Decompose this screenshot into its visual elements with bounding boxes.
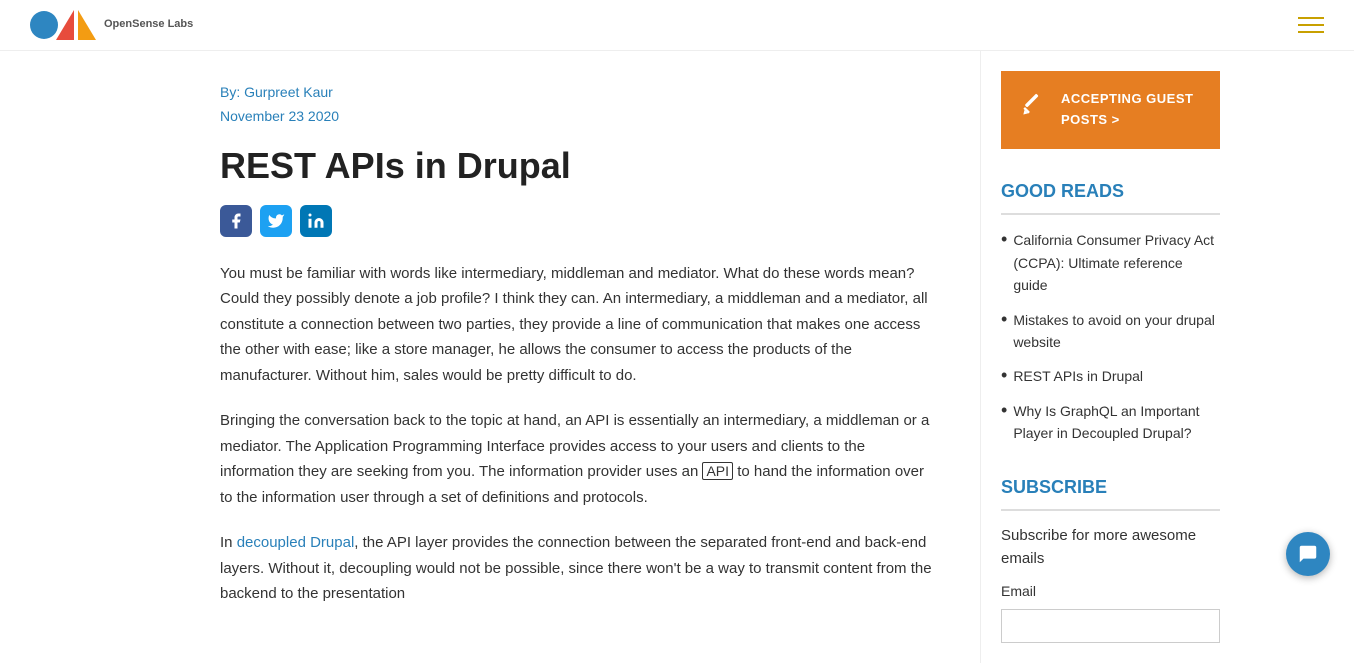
guest-post-label: ACCEPTING GUEST POSTS > (1061, 89, 1200, 131)
author-prefix: By: (220, 84, 240, 100)
hamburger-line-3 (1298, 31, 1324, 33)
pencil-icon (1021, 90, 1049, 130)
api-highlight: API (702, 462, 733, 480)
email-label: Email (1001, 580, 1220, 602)
logo-triangle-yellow (78, 10, 96, 40)
hamburger-menu[interactable] (1298, 17, 1324, 33)
twitter-share-button[interactable] (260, 205, 292, 237)
subscribe-text: Subscribe for more awesome emails (1001, 525, 1220, 570)
content-area: By: Gurpreet Kaur November 23 2020 REST … (0, 51, 980, 663)
subscribe-title: SUBSCRIBE (1001, 473, 1220, 512)
good-reads-item-3: REST APIs in Drupal (1001, 365, 1220, 387)
pencil-svg (1021, 90, 1049, 118)
chat-bubble-button[interactable] (1286, 532, 1330, 576)
logo-icon (30, 10, 96, 40)
article-paragraph-3: In decoupled Drupal, the API layer provi… (220, 530, 940, 607)
good-reads-item-2: Mistakes to avoid on your drupal website (1001, 309, 1220, 354)
good-reads-title: GOOD READS (1001, 177, 1220, 216)
sidebar: ACCEPTING GUEST POSTS > GOOD READS Calif… (980, 51, 1240, 663)
linkedin-icon (307, 212, 325, 230)
good-reads-link-3[interactable]: REST APIs in Drupal (1013, 365, 1143, 387)
hamburger-line-1 (1298, 17, 1324, 19)
email-input[interactable] (1001, 609, 1220, 643)
decoupled-drupal-link[interactable]: decoupled Drupal (237, 534, 355, 551)
good-reads-item-4: Why Is GraphQL an Important Player in De… (1001, 400, 1220, 445)
site-header: OpenSense Labs (0, 0, 1354, 51)
article-body: You must be familiar with words like int… (220, 261, 940, 607)
good-reads-link-1[interactable]: California Consumer Privacy Act (CCPA): … (1013, 229, 1220, 296)
logo-triangle-red (56, 10, 74, 40)
author-line: By: Gurpreet Kaur (220, 81, 940, 103)
facebook-icon (227, 212, 245, 230)
logo-circle (30, 11, 58, 39)
author-name: Gurpreet Kaur (244, 84, 333, 100)
good-reads-link-4[interactable]: Why Is GraphQL an Important Player in De… (1013, 400, 1220, 445)
good-reads-list: California Consumer Privacy Act (CCPA): … (1001, 229, 1220, 444)
facebook-share-button[interactable] (220, 205, 252, 237)
chat-icon (1297, 543, 1319, 565)
main-layout: By: Gurpreet Kaur November 23 2020 REST … (0, 51, 1354, 663)
logo-area[interactable]: OpenSense Labs (30, 10, 193, 40)
article-paragraph-1: You must be familiar with words like int… (220, 261, 940, 389)
date-line: November 23 2020 (220, 105, 940, 127)
logo-text: OpenSense Labs (104, 18, 193, 31)
article-paragraph-2: Bringing the conversation back to the to… (220, 408, 940, 510)
social-icons (220, 205, 940, 237)
hamburger-line-2 (1298, 24, 1324, 26)
article-title: REST APIs in Drupal (220, 144, 940, 187)
linkedin-share-button[interactable] (300, 205, 332, 237)
good-reads-link-2[interactable]: Mistakes to avoid on your drupal website (1013, 309, 1220, 354)
twitter-icon (267, 212, 285, 230)
guest-post-button[interactable]: ACCEPTING GUEST POSTS > (1001, 71, 1220, 149)
good-reads-item-1: California Consumer Privacy Act (CCPA): … (1001, 229, 1220, 296)
